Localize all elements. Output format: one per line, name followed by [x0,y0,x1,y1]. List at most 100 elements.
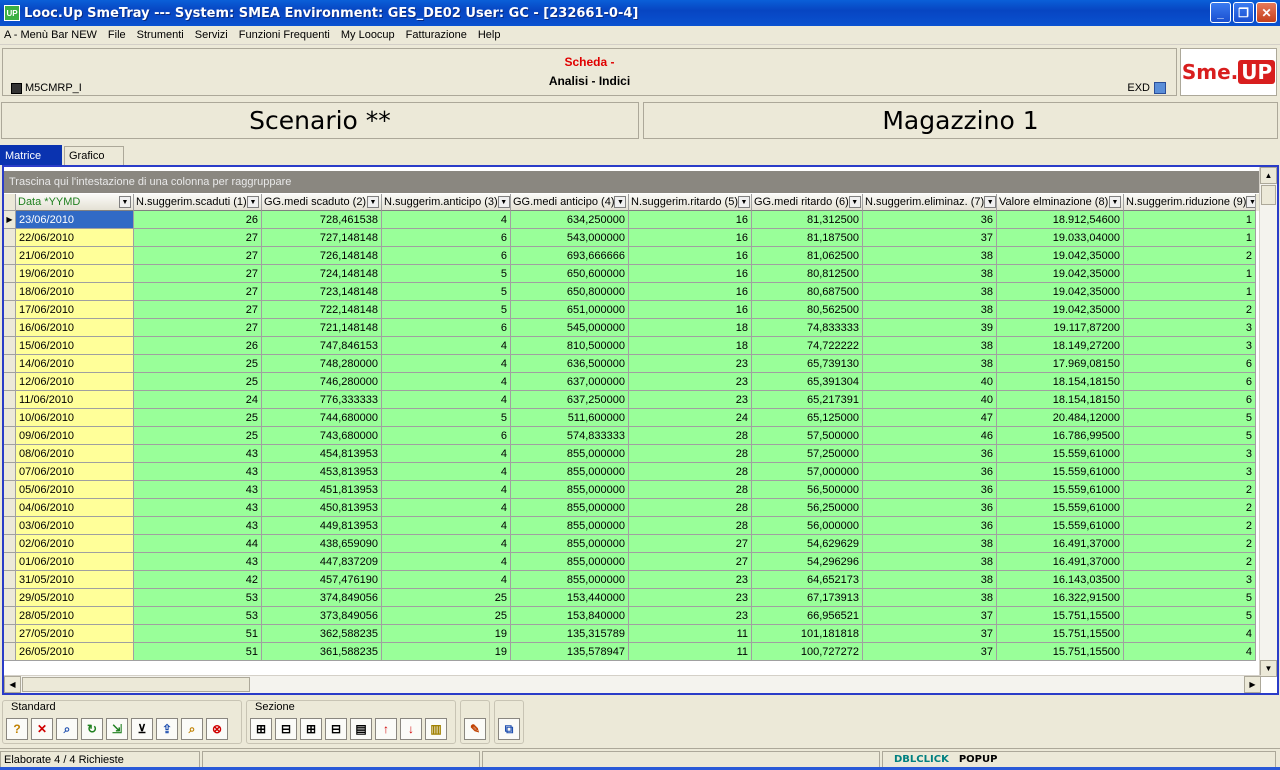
table-cell[interactable]: 53 [134,607,262,625]
table-cell[interactable]: 16 [629,265,752,283]
table-cell[interactable]: 747,846153 [262,337,382,355]
table-cell[interactable]: 18.149,27200 [997,337,1124,355]
row-selector[interactable] [4,445,16,463]
table-cell[interactable]: 15.559,61000 [997,445,1124,463]
table-row[interactable]: 29/05/2010 53 374,849056 25 153,440000 23 67,1… [4,589,1260,607]
table-cell[interactable]: 4 [382,337,511,355]
column-header[interactable]: N.suggerim.anticipo (3) ▼ [382,194,511,211]
table-cell[interactable]: 650,800000 [511,283,629,301]
tree-collapse-icon[interactable]: ⊟ [275,718,297,740]
table-cell[interactable]: 4 [382,535,511,553]
table-cell[interactable]: 65,739130 [752,355,863,373]
copy-icon[interactable]: ⧉ [498,718,520,740]
table-cell[interactable]: 26 [134,211,262,229]
table-cell[interactable]: 25 [134,373,262,391]
table-row[interactable]: 12/06/2010 25 746,280000 4 637,000000 23 65,39… [4,373,1260,391]
row-selector[interactable] [4,427,16,445]
stop-icon[interactable]: ⊗ [206,718,228,740]
table-cell[interactable]: 5 [382,409,511,427]
table-cell[interactable]: 3 [1124,463,1256,481]
table-row[interactable]: 02/06/2010 44 438,659090 4 855,000000 27 54,62… [4,535,1260,553]
table-cell[interactable]: 650,600000 [511,265,629,283]
table-cell[interactable]: 16 [629,247,752,265]
table-cell[interactable]: 19 [382,625,511,643]
exd-icon[interactable] [1154,82,1166,94]
table-cell[interactable]: 07/06/2010 [16,463,134,481]
table-row[interactable]: 19/06/2010 27 724,148148 5 650,600000 16 80,81… [4,265,1260,283]
table-row[interactable]: 27/05/2010 51 362,588235 19 135,315789 11 101,… [4,625,1260,643]
table-cell[interactable]: 23 [629,571,752,589]
table-cell[interactable]: 37 [863,643,997,661]
table-cell[interactable]: 449,813953 [262,517,382,535]
table-cell[interactable]: 3 [1124,319,1256,337]
table-cell[interactable]: 651,000000 [511,301,629,319]
table-cell[interactable]: 36 [863,211,997,229]
table-cell[interactable]: 64,652173 [752,571,863,589]
table-cell[interactable]: 634,250000 [511,211,629,229]
table-cell[interactable]: 56,000000 [752,517,863,535]
table-cell[interactable]: 43 [134,481,262,499]
table-cell[interactable]: 18.912,54600 [997,211,1124,229]
table-cell[interactable]: 2 [1124,301,1256,319]
table-cell[interactable]: 36 [863,445,997,463]
horizontal-scroll-thumb[interactable] [22,677,250,692]
table-cell[interactable]: 451,813953 [262,481,382,499]
restore-button[interactable]: ❐ [1233,2,1254,23]
table-cell[interactable]: 40 [863,373,997,391]
table-cell[interactable]: 4 [382,499,511,517]
table-cell[interactable]: 27/05/2010 [16,625,134,643]
zoom-icon[interactable]: ⌕ [181,718,203,740]
table-cell[interactable]: 545,000000 [511,319,629,337]
table-cell[interactable]: 12/06/2010 [16,373,134,391]
column-header[interactable]: N.suggerim.ritardo (5) ▼ [629,194,752,211]
arrow-icon[interactable]: ⇲ [106,718,128,740]
table-cell[interactable]: 36 [863,481,997,499]
table-cell[interactable]: 51 [134,625,262,643]
table-cell[interactable]: 43 [134,499,262,517]
table-cell[interactable]: 6 [382,427,511,445]
table-cell[interactable]: 27 [629,553,752,571]
table-cell[interactable]: 5 [382,301,511,319]
table-cell[interactable]: 65,391304 [752,373,863,391]
table-cell[interactable]: 743,680000 [262,427,382,445]
table-cell[interactable]: 16 [629,211,752,229]
table-cell[interactable]: 5 [1124,409,1256,427]
table-cell[interactable]: 855,000000 [511,517,629,535]
table-cell[interactable]: 03/06/2010 [16,517,134,535]
arrow-down-icon[interactable]: ↓ [400,718,422,740]
column-filter-dropdown-icon[interactable]: ▼ [1109,196,1121,208]
table-cell[interactable]: 66,956521 [752,607,863,625]
table-cell[interactable]: 21/06/2010 [16,247,134,265]
table-row[interactable]: 22/06/2010 27 727,148148 6 543,000000 16 81,18… [4,229,1260,247]
table-cell[interactable]: 23/06/2010 [16,211,134,229]
menu-fatturazione[interactable]: Fatturazione [406,29,467,41]
table-cell[interactable]: 135,315789 [511,625,629,643]
table-cell[interactable]: 28 [629,463,752,481]
table-cell[interactable]: 01/06/2010 [16,553,134,571]
table-cell[interactable]: 101,181818 [752,625,863,643]
table-cell[interactable]: 5 [1124,607,1256,625]
table-cell[interactable]: 637,250000 [511,391,629,409]
table-cell[interactable]: 855,000000 [511,553,629,571]
table-cell[interactable]: 26/05/2010 [16,643,134,661]
table-cell[interactable]: 11/06/2010 [16,391,134,409]
table-cell[interactable]: 81,187500 [752,229,863,247]
table-cell[interactable]: 38 [863,553,997,571]
table-cell[interactable]: 42 [134,571,262,589]
table-cell[interactable]: 3 [1124,445,1256,463]
table-cell[interactable]: 38 [863,571,997,589]
table-cell[interactable]: 15.559,61000 [997,463,1124,481]
table-cell[interactable]: 38 [863,301,997,319]
table-cell[interactable]: 6 [382,247,511,265]
table-cell[interactable]: 65,125000 [752,409,863,427]
table-row[interactable]: 11/06/2010 24 776,333333 4 637,250000 23 65,21… [4,391,1260,409]
table-cell[interactable]: 38 [863,535,997,553]
table-cell[interactable]: 25 [134,355,262,373]
horizontal-scrollbar[interactable]: ◀ ▶ [4,675,1261,693]
menu-file[interactable]: File [108,29,126,41]
table-cell[interactable]: 19/06/2010 [16,265,134,283]
table-row[interactable]: 21/06/2010 27 726,148148 6 693,666666 16 81,06… [4,247,1260,265]
menu-strumenti[interactable]: Strumenti [137,29,184,41]
row-selector[interactable] [4,355,16,373]
table-cell[interactable]: 855,000000 [511,571,629,589]
